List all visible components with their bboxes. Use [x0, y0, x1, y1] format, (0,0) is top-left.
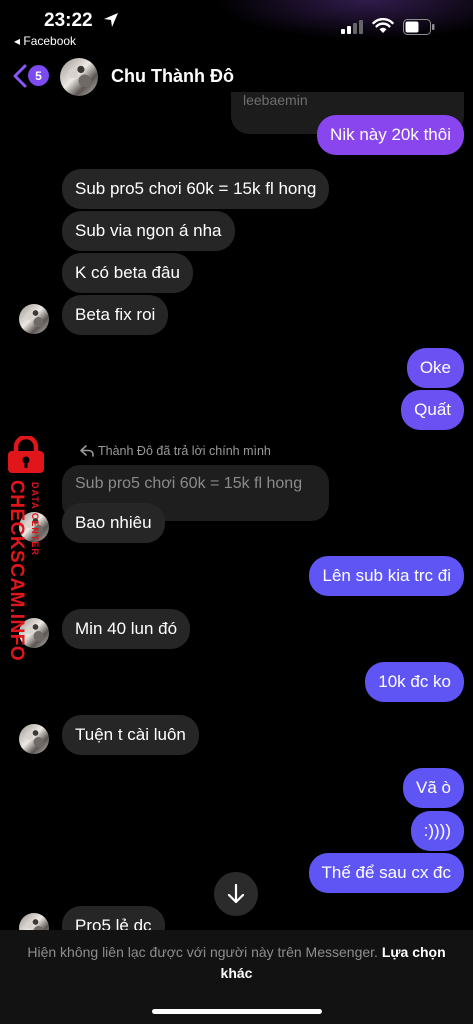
reply-arrow-icon [80, 445, 94, 457]
outgoing-message[interactable]: Lên sub kia trc đi [309, 556, 464, 596]
incoming-message[interactable]: Bao nhiêu [62, 503, 165, 543]
chevron-left-icon[interactable] [12, 64, 28, 88]
watermark-main-text: CHECKSCAM.INFO [6, 480, 27, 662]
outgoing-message[interactable]: :)))) [410, 811, 464, 851]
back-to-app-link[interactable]: ◂ Facebook [14, 34, 76, 48]
reply-note: Thành Đô đã trả lời chính mình [80, 444, 271, 458]
sender-avatar[interactable] [19, 304, 49, 334]
incoming-message[interactable]: Tuện t cài luôn [62, 715, 199, 755]
lock-icon [8, 436, 44, 473]
outgoing-message[interactable]: Thế để sau cx đc [308, 853, 464, 893]
outgoing-message[interactable]: Nik này 20k thôi [317, 115, 464, 155]
battery-icon [403, 19, 435, 35]
incoming-message[interactable]: Sub via ngon á nha [62, 211, 235, 251]
home-indicator[interactable] [152, 1009, 322, 1014]
outgoing-message[interactable]: 10k đc ko [365, 662, 464, 702]
notice-text: Hiện không liên lạc được với người này t… [27, 944, 378, 960]
incoming-message[interactable]: Min 40 lun đó [62, 609, 191, 649]
previous-message-text: leebaemin [243, 92, 308, 108]
unread-count-badge[interactable]: 5 [28, 65, 49, 86]
contact-avatar[interactable] [60, 58, 98, 96]
outgoing-message[interactable]: Oke [406, 348, 464, 388]
incoming-message[interactable]: Sub pro5 chơi 60k = 15k fl hong [62, 169, 330, 209]
outgoing-message[interactable]: Vã ò [403, 768, 464, 808]
status-time: 23:22 [44, 10, 93, 31]
arrow-down-icon [227, 883, 245, 904]
status-bar: 23:22 ◂ Facebook [0, 0, 473, 52]
unavailable-notice: Hiện không liên lạc được với người này t… [20, 942, 453, 984]
watermark: CHECKSCAM.INFO DATA CENTER [0, 436, 52, 666]
scroll-to-bottom-button[interactable] [214, 872, 258, 916]
wifi-icon [372, 18, 394, 33]
cellular-signal-icon [341, 20, 363, 34]
location-arrow-icon [104, 13, 118, 27]
incoming-message[interactable]: K có beta đâu [62, 253, 193, 293]
outgoing-message[interactable]: Quất [401, 390, 464, 430]
incoming-message[interactable]: Beta fix roi [62, 295, 169, 335]
watermark-sub-text: DATA CENTER [30, 482, 40, 556]
reply-quote-text: Sub pro5 chơi 60k = 15k fl hong [75, 475, 303, 492]
reply-note-text: Thành Đô đã trả lời chính mình [98, 444, 271, 458]
contact-name[interactable]: Chu Thành Đô [111, 66, 234, 87]
sender-avatar[interactable] [19, 724, 49, 754]
